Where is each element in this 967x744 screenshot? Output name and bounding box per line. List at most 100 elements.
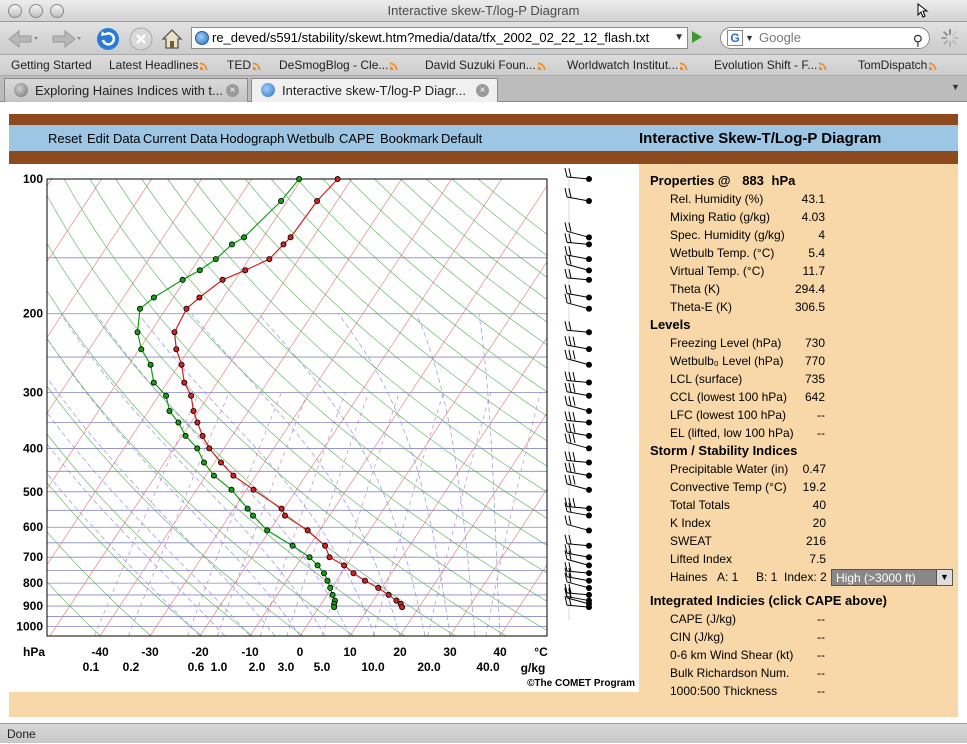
- dewpoint-point[interactable]: [147, 361, 154, 368]
- temperature-point[interactable]: [399, 604, 406, 611]
- menu-item-edit-data[interactable]: Edit Data: [87, 131, 140, 146]
- dewpoint-point[interactable]: [194, 445, 201, 452]
- bookmark-item[interactable]: Latest Headlines: [109, 58, 209, 72]
- temperature-point[interactable]: [217, 459, 224, 466]
- temperature-point[interactable]: [196, 294, 203, 301]
- dewpoint-point[interactable]: [210, 472, 217, 479]
- menu-item-hodograph[interactable]: Hodograph: [220, 131, 284, 146]
- temperature-point[interactable]: [280, 241, 287, 248]
- back-button[interactable]: [4, 25, 40, 53]
- temperature-point[interactable]: [188, 392, 195, 399]
- bookmark-item[interactable]: Evolution Shift - F...: [714, 58, 828, 72]
- dewpoint-point[interactable]: [314, 562, 321, 569]
- dewpoint-point[interactable]: [200, 459, 207, 466]
- stop-button[interactable]: [127, 25, 155, 53]
- bookmark-item[interactable]: TomDispatch: [858, 58, 938, 72]
- menu-item-wetbulb[interactable]: Wetbulb: [287, 131, 334, 146]
- temperature-point[interactable]: [183, 305, 190, 312]
- temperature-point[interactable]: [334, 175, 341, 182]
- dewpoint-point[interactable]: [320, 570, 327, 577]
- temperature-point[interactable]: [250, 486, 257, 493]
- dewpoint-point[interactable]: [150, 294, 157, 301]
- tab-list-chevron-icon[interactable]: ▼: [951, 82, 960, 92]
- temperature-point[interactable]: [281, 512, 288, 519]
- temperature-point[interactable]: [178, 361, 185, 368]
- chevron-down-icon[interactable]: ▼: [936, 570, 952, 585]
- dewpoint-point[interactable]: [306, 554, 313, 561]
- temperature-point[interactable]: [171, 329, 178, 336]
- close-window-button[interactable]: [8, 4, 22, 18]
- temperature-point[interactable]: [361, 577, 368, 584]
- temperature-point[interactable]: [242, 267, 249, 274]
- bookmark-item[interactable]: TED: [227, 58, 261, 72]
- close-tab-icon[interactable]: ×: [226, 84, 239, 97]
- temperature-point[interactable]: [350, 570, 357, 577]
- dewpoint-point[interactable]: [212, 256, 219, 263]
- dewpoint-point[interactable]: [244, 505, 251, 512]
- dewpoint-point[interactable]: [241, 234, 248, 241]
- minimize-window-button[interactable]: [29, 4, 43, 18]
- dewpoint-point[interactable]: [264, 527, 271, 534]
- temperature-point[interactable]: [314, 198, 321, 205]
- dewpoint-point[interactable]: [329, 591, 336, 598]
- dewpoint-point[interactable]: [150, 379, 157, 386]
- bookmark-item[interactable]: David Suzuki Foun...: [425, 58, 546, 72]
- temperature-point[interactable]: [266, 256, 273, 263]
- dewpoint-point[interactable]: [163, 392, 170, 399]
- chevron-down-icon[interactable]: ▼: [745, 28, 754, 48]
- chevron-down-icon[interactable]: ▼: [674, 28, 684, 48]
- temperature-point[interactable]: [181, 379, 188, 386]
- temperature-point[interactable]: [385, 591, 392, 598]
- dewpoint-point[interactable]: [136, 305, 143, 312]
- tab-exploring-haines[interactable]: Exploring Haines Indices with t... ×: [4, 78, 248, 102]
- dewpoint-point[interactable]: [331, 604, 338, 611]
- skewt-chart-panel[interactable]: 100 200 300 400 500 600 700 800 900 1000 hPa -40 -30…: [9, 164, 639, 692]
- go-button[interactable]: [692, 31, 702, 43]
- temperature-point[interactable]: [304, 527, 311, 534]
- temperature-point[interactable]: [230, 472, 237, 479]
- temperature-point[interactable]: [219, 276, 226, 283]
- search-input[interactable]: G ▼ Google ⚲: [720, 27, 930, 49]
- dewpoint-point[interactable]: [134, 329, 141, 336]
- search-icon[interactable]: ⚲: [913, 30, 923, 50]
- dewpoint-point[interactable]: [296, 175, 303, 182]
- forward-button[interactable]: [48, 25, 84, 53]
- bookmark-item[interactable]: DeSmogBlog - Cle...: [279, 58, 399, 72]
- menu-item-reset[interactable]: Reset: [48, 131, 82, 146]
- temperature-point[interactable]: [206, 445, 213, 452]
- dewpoint-point[interactable]: [175, 419, 182, 426]
- reload-button[interactable]: [94, 25, 122, 53]
- dewpoint-point[interactable]: [249, 512, 256, 519]
- home-button[interactable]: [158, 25, 186, 53]
- dewpoint-point[interactable]: [278, 198, 285, 205]
- temperature-point[interactable]: [322, 542, 329, 549]
- temperature-point[interactable]: [199, 432, 206, 439]
- temperature-point[interactable]: [278, 505, 285, 512]
- temperature-point[interactable]: [190, 407, 197, 414]
- dewpoint-point[interactable]: [228, 241, 235, 248]
- temperature-point[interactable]: [173, 346, 180, 353]
- dewpoint-point[interactable]: [196, 267, 203, 274]
- close-tab-icon[interactable]: ×: [476, 84, 489, 97]
- haines-elevation-select[interactable]: High (>3000 ft) ▼: [831, 569, 953, 586]
- temperature-point[interactable]: [287, 234, 294, 241]
- dewpoint-point[interactable]: [166, 407, 173, 414]
- dewpoint-point[interactable]: [228, 486, 235, 493]
- temperature-point[interactable]: [194, 419, 201, 426]
- menu-item-cape[interactable]: CAPE: [339, 131, 374, 146]
- menu-item-default[interactable]: Default: [441, 131, 482, 146]
- bookmark-item[interactable]: Worldwatch Institut...: [567, 58, 689, 72]
- tab-skewt-diagram[interactable]: Interactive skew-T/log-P Diagr... ×: [251, 78, 498, 103]
- skewt-chart[interactable]: 1002003004005006007008009001000hPa -40 -30…: [9, 164, 639, 692]
- dewpoint-point[interactable]: [179, 276, 186, 283]
- dewpoint-point[interactable]: [289, 542, 296, 549]
- dewpoint-point[interactable]: [182, 432, 189, 439]
- address-bar[interactable]: re_deved/s591/stability/skewt.htm?media/…: [191, 27, 688, 49]
- bookmark-item[interactable]: Getting Started: [11, 58, 92, 72]
- dewpoint-point[interactable]: [327, 584, 334, 591]
- dewpoint-point[interactable]: [324, 577, 331, 584]
- temperature-point[interactable]: [341, 562, 348, 569]
- temperature-point[interactable]: [375, 584, 382, 591]
- menu-item-current-data[interactable]: Current Data: [143, 131, 217, 146]
- menu-item-bookmark[interactable]: Bookmark: [380, 131, 439, 146]
